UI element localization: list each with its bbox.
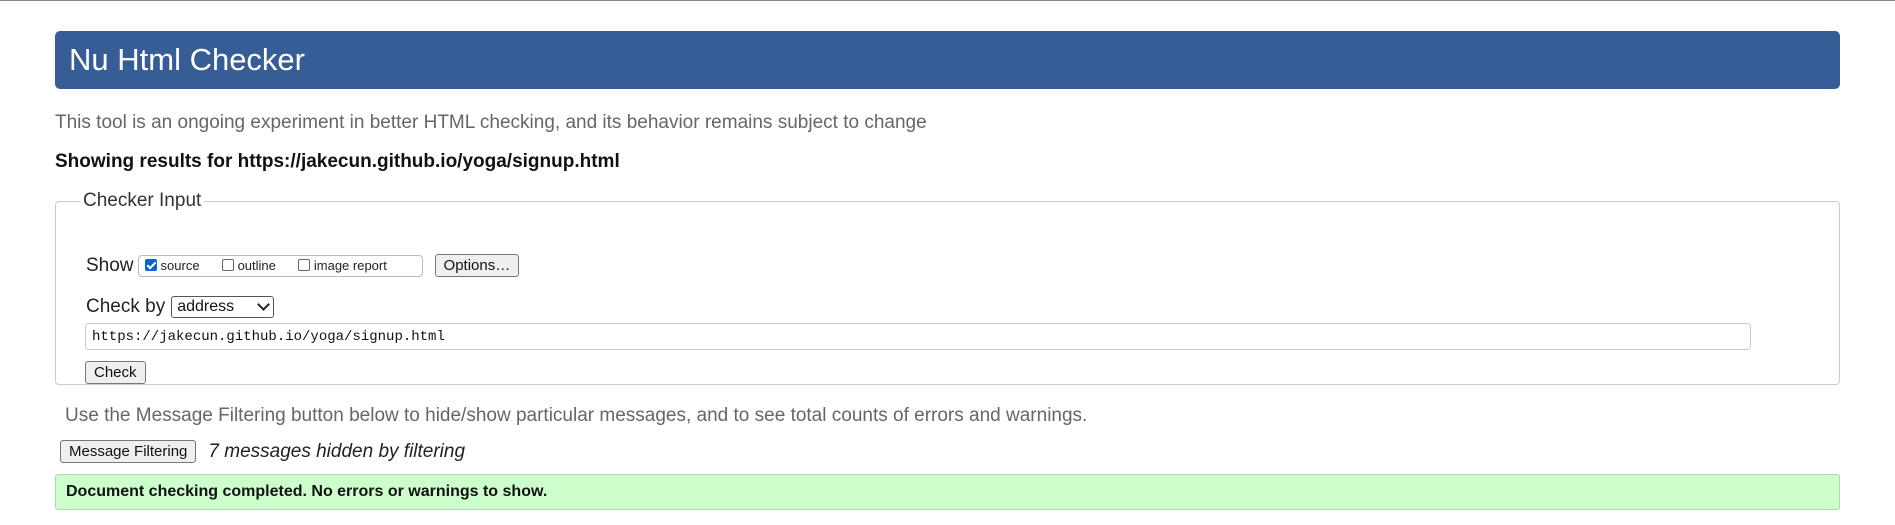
filtering-note: Use the Message Filtering button below t… (65, 405, 1088, 426)
check-button[interactable]: Check (85, 361, 146, 384)
checker-input-legend: Checker Input (83, 190, 202, 211)
image-report-checkbox-label: image report (313, 258, 387, 273)
intro-text: This tool is an ongoing experiment in be… (55, 112, 927, 133)
options-button[interactable]: Options… (434, 254, 520, 277)
checker-input-fieldset: Checker Input Show source outline image … (55, 190, 1840, 385)
top-border (0, 0, 1895, 1)
show-outline-option[interactable]: outline (221, 258, 276, 273)
chevron-down-icon (257, 297, 271, 311)
check-by-row: Check by address (86, 296, 275, 318)
success-message: Document checking completed. No errors o… (55, 474, 1840, 510)
show-options-group: source outline image report (137, 254, 423, 277)
url-input[interactable]: https://jakecun.github.io/yoga/signup.ht… (85, 323, 1751, 350)
source-checkbox-label: source (160, 258, 200, 273)
check-by-selected-value: address (177, 298, 235, 315)
page-header: Nu Html Checker (55, 31, 1840, 89)
show-label: Show (86, 254, 134, 276)
check-by-label: Check by (86, 296, 166, 317)
show-source-option[interactable]: source (144, 258, 200, 273)
message-filtering-button[interactable]: Message Filtering (60, 440, 197, 463)
filtering-row: Message Filtering 7 messages hidden by f… (60, 440, 465, 463)
check-by-select[interactable]: address (171, 296, 275, 318)
source-checkbox[interactable] (144, 259, 157, 271)
results-heading: Showing results for https://jakecun.gith… (55, 151, 620, 172)
outline-checkbox-label: outline (237, 258, 276, 273)
hidden-messages-count: 7 messages hidden by filtering (208, 440, 466, 462)
show-image-report-option[interactable]: image report (297, 258, 387, 273)
image-report-checkbox[interactable] (297, 259, 310, 271)
outline-checkbox[interactable] (221, 259, 234, 271)
show-row: Show source outline image report Options… (86, 254, 520, 277)
page-title: Nu Html Checker (69, 42, 305, 77)
